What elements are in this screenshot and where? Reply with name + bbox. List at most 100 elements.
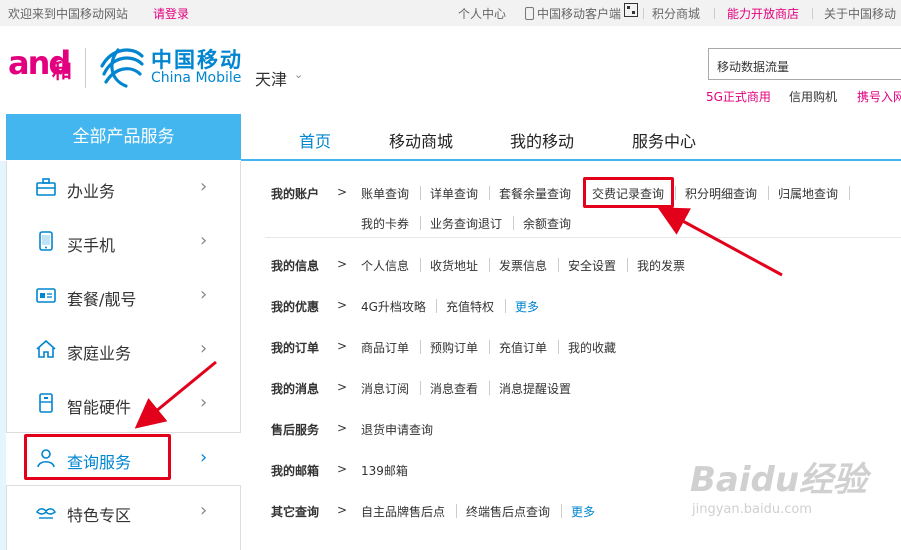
link-shipping-address[interactable]: 收货地址 bbox=[430, 257, 478, 274]
divider bbox=[420, 216, 421, 230]
link-personal-info[interactable]: 个人信息 bbox=[361, 257, 409, 274]
row-divider bbox=[265, 237, 901, 238]
row-arrow: > bbox=[337, 380, 348, 394]
annotation-highlight-query-service bbox=[24, 434, 171, 480]
divider bbox=[489, 381, 490, 395]
link-balance-query[interactable]: 余额查询 bbox=[523, 215, 571, 232]
chevron-right-icon: › bbox=[200, 447, 208, 468]
sidebar-item-label: 办业务 bbox=[67, 182, 116, 201]
divider bbox=[489, 186, 490, 200]
annotation-highlight-payment-record bbox=[583, 177, 674, 208]
hotlink-credit-phone[interactable]: 信用购机 bbox=[789, 88, 837, 105]
link-message-subscription[interactable]: 消息订阅 bbox=[361, 380, 409, 397]
sidebar-item-featured[interactable]: 特色专区 › bbox=[6, 486, 241, 540]
chevron-right-icon: › bbox=[200, 230, 208, 251]
chevron-right-icon: › bbox=[200, 500, 208, 521]
house-icon bbox=[36, 339, 56, 358]
tab-service-center[interactable]: 服务中心 bbox=[632, 128, 696, 152]
row-arrow: > bbox=[337, 421, 348, 435]
phone-icon bbox=[525, 7, 534, 20]
divider bbox=[489, 258, 490, 272]
link-4g-upgrade-guide[interactable]: 4G升档攻略 bbox=[361, 298, 426, 315]
link-more-queries[interactable]: 更多 bbox=[571, 503, 595, 520]
chevron-right-icon: › bbox=[200, 176, 208, 197]
china-mobile-logo-icon[interactable] bbox=[98, 44, 146, 88]
chevron-down-icon[interactable]: ⌄ bbox=[294, 68, 303, 81]
logo-divider bbox=[85, 48, 86, 88]
tab-mobile-mall[interactable]: 移动商城 bbox=[389, 128, 453, 152]
hotlink-5g[interactable]: 5G正式商用 bbox=[706, 88, 771, 105]
link-recharge-orders[interactable]: 充值订单 bbox=[499, 339, 547, 356]
client-link[interactable]: 中国移动客户端 bbox=[525, 5, 621, 22]
link-more-offers[interactable]: 更多 bbox=[515, 298, 539, 315]
tab-my-mobile[interactable]: 我的移动 bbox=[510, 128, 574, 152]
divider bbox=[505, 299, 506, 313]
link-points-detail-query[interactable]: 积分明细查询 bbox=[685, 185, 757, 202]
about-link[interactable]: 关于中国移动 bbox=[824, 5, 896, 22]
divider bbox=[489, 340, 490, 354]
sidebar-item-home-business[interactable]: 家庭业务 › bbox=[6, 324, 241, 378]
qr-code-icon[interactable] bbox=[624, 3, 638, 17]
open-store-link[interactable]: 能力开放商店 bbox=[727, 5, 799, 22]
link-detail-query[interactable]: 详单查询 bbox=[430, 185, 478, 202]
hotlink-port-number[interactable]: 携号入网 bbox=[857, 88, 901, 105]
link-139-mailbox[interactable]: 139邮箱 bbox=[361, 462, 408, 479]
top-utility-bar: 欢迎来到中国移动网站 请登录 个人中心 中国移动客户端 积分商城 能力开放商店 … bbox=[0, 0, 901, 26]
divider bbox=[768, 186, 769, 200]
row-arrow: > bbox=[337, 462, 348, 476]
row-label-my-orders: 我的订单 bbox=[271, 341, 320, 355]
chevron-right-icon: › bbox=[200, 392, 208, 413]
sidebar-item-smart-hardware[interactable]: 智能硬件 › bbox=[6, 378, 241, 432]
sidebar-item-buy-phone[interactable]: 买手机 › bbox=[6, 216, 241, 270]
divider bbox=[558, 258, 559, 272]
link-security-settings[interactable]: 安全设置 bbox=[568, 257, 616, 274]
link-own-brand-service-points[interactable]: 自主品牌售后点 bbox=[361, 503, 445, 520]
link-my-coupons[interactable]: 我的卡券 bbox=[361, 215, 409, 232]
divider bbox=[420, 186, 421, 200]
divider bbox=[420, 340, 421, 354]
search-input[interactable]: 移动数据流量 bbox=[708, 48, 901, 80]
nav-underline bbox=[241, 159, 901, 161]
phone-icon bbox=[39, 231, 53, 251]
link-recharge-privileges[interactable]: 充值特权 bbox=[446, 298, 494, 315]
city-selector[interactable]: 天津 bbox=[255, 66, 287, 90]
briefcase-icon bbox=[36, 178, 56, 196]
link-business-unsubscribe[interactable]: 业务查询退订 bbox=[430, 215, 502, 232]
link-my-favorites[interactable]: 我的收藏 bbox=[568, 339, 616, 356]
row-arrow: > bbox=[337, 257, 348, 271]
sidebar-item-label: 特色专区 bbox=[67, 506, 132, 525]
row-arrow: > bbox=[337, 298, 348, 312]
link-invoice-info[interactable]: 发票信息 bbox=[499, 257, 547, 274]
divider bbox=[561, 504, 562, 518]
link-message-reminder-settings[interactable]: 消息提醒设置 bbox=[499, 380, 571, 397]
personal-center-link[interactable]: 个人中心 bbox=[458, 5, 506, 22]
link-location-query[interactable]: 归属地查询 bbox=[778, 185, 838, 202]
divider bbox=[643, 8, 644, 19]
chevron-right-icon: › bbox=[200, 284, 208, 305]
tab-home[interactable]: 首页 bbox=[299, 128, 331, 152]
chevron-right-icon: › bbox=[200, 338, 208, 359]
divider bbox=[436, 299, 437, 313]
link-return-request-query[interactable]: 退货申请查询 bbox=[361, 421, 433, 438]
sidebar-item-plans[interactable]: 套餐/靓号 › bbox=[6, 270, 241, 324]
login-link[interactable]: 请登录 bbox=[153, 5, 189, 22]
divider bbox=[627, 258, 628, 272]
link-bill-query[interactable]: 账单查询 bbox=[361, 185, 409, 202]
points-mall-link[interactable]: 积分商城 bbox=[652, 5, 700, 22]
baidu-jingyan-watermark: Baidu经验 jingyan.baidu.com bbox=[690, 452, 870, 532]
link-view-messages[interactable]: 消息查看 bbox=[430, 380, 478, 397]
divider bbox=[420, 258, 421, 272]
link-product-orders[interactable]: 商品订单 bbox=[361, 339, 409, 356]
row-label-my-messages: 我的消息 bbox=[271, 382, 320, 396]
row-label-my-offers: 我的优惠 bbox=[271, 300, 320, 314]
row-label-my-account: 我的账户 bbox=[271, 187, 320, 201]
link-device-service-points-query[interactable]: 终端售后点查询 bbox=[466, 503, 550, 520]
welcome-text: 欢迎来到中国移动网站 bbox=[8, 7, 129, 21]
mustache-icon bbox=[36, 508, 56, 519]
link-preorders[interactable]: 预购订单 bbox=[430, 339, 478, 356]
link-plan-balance-query[interactable]: 套餐余量查询 bbox=[499, 185, 571, 202]
row-arrow: > bbox=[337, 185, 348, 199]
all-products-button[interactable]: 全部产品服务 bbox=[6, 114, 241, 160]
sidebar-item-business[interactable]: 办业务 › bbox=[6, 162, 241, 216]
link-my-invoices[interactable]: 我的发票 bbox=[637, 257, 685, 274]
